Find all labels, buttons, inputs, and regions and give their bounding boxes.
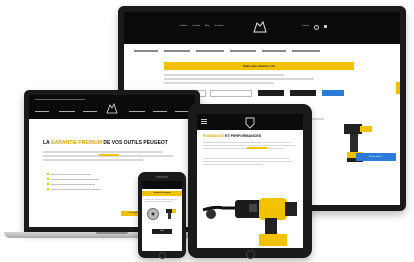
laptop-nav-row [35,111,189,113]
phone-home-button[interactable] [159,252,166,259]
cart-icon[interactable] [323,25,327,28]
phone-headline: Garantie Premium [142,191,182,196]
tablet-home-button[interactable] [246,250,255,259]
desktop-dark-button-1[interactable] [258,90,284,96]
laptop-header [29,95,195,119]
desktop-dark-button-2[interactable] [290,90,316,96]
phone-device: Garantie Premium Voir [138,172,186,259]
nav-item-products[interactable]: Produits [180,25,187,29]
desktop-nav: Produits Conseils Blog Où acheter [180,25,250,29]
tablet-device: PUISSANCE ET PERFORMANCES [188,104,312,259]
help-button[interactable]: Besoin d'aide ? [356,153,396,161]
phone-cta-button[interactable]: Voir [152,229,172,234]
desktop-tabs [134,48,334,56]
search-icon[interactable] [313,25,319,30]
tablet-menu-icon[interactable] [201,119,207,124]
phone-lion-logo-icon[interactable] [159,182,165,195]
phone-saw-image [146,207,160,221]
laptop-nav-lines [35,99,195,101]
side-feedback-tab[interactable] [396,82,400,94]
phone-header [142,181,182,195]
date-input[interactable] [210,90,252,97]
tablet-lion-logo-icon[interactable] [243,116,257,129]
nav-item-blog[interactable]: Blog [205,25,209,29]
desktop-blue-button[interactable] [322,90,344,96]
phone-speaker [156,176,168,178]
banner-title: Outils avec Garantie à Vie [243,64,275,68]
nav-item-where-to-buy[interactable]: Où acheter [214,25,224,29]
desktop-banner: Outils avec Garantie à Vie [164,62,354,70]
peugeot-lion-logo-icon[interactable] [250,20,270,34]
phone-screen: Garantie Premium Voir [142,181,182,251]
tablet-header [197,114,303,130]
headline-highlight: GARANTIE PREMIUM [50,140,102,146]
laptop-bullet-list [47,173,117,203]
tablet-headline: PUISSANCE ET PERFORMANCES [203,134,262,138]
nav-item-advice[interactable]: Conseils [192,25,200,29]
tablet-screen: PUISSANCE ET PERFORMANCES [197,114,303,248]
tablet-drill-image [201,184,301,246]
desktop-header: Produits Conseils Blog Où acheter Contac… [124,12,400,44]
desktop-nav-right: Contact [302,25,327,30]
nav-item-contact[interactable]: Contact [302,25,309,30]
laptop-headline: LA GARANTIE PREMIUM DE VOS OUTILS PEUGEO… [43,140,168,146]
phone-drill-image [164,207,178,221]
laptop-notch [96,232,128,234]
